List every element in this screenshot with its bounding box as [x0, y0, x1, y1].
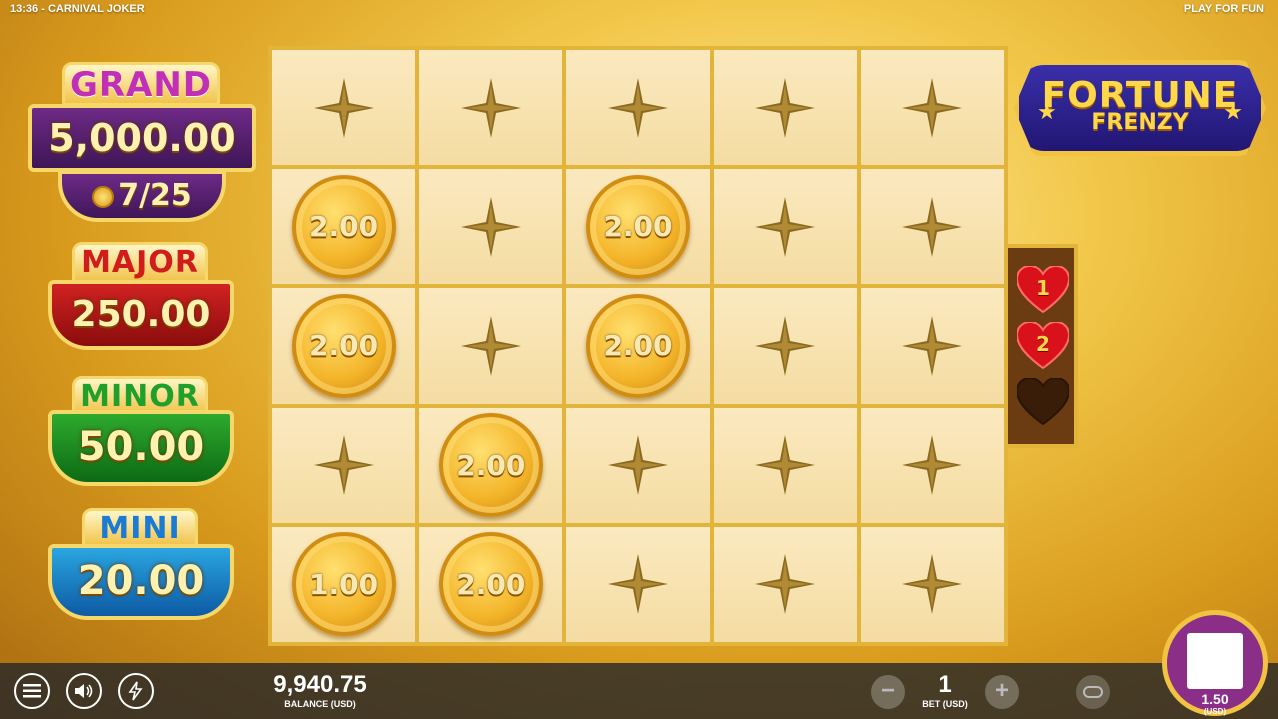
grid-cell: [860, 169, 1004, 285]
coin-symbol: 2.00: [438, 532, 543, 637]
game-logo: ★ ★ FORTUNE FRENZY: [1014, 60, 1266, 156]
coin-symbol: 2.00: [585, 174, 690, 279]
spin-bet-amount: 1.50: [1201, 691, 1229, 707]
star-icon: [607, 435, 668, 496]
star-icon: [755, 77, 816, 138]
grid-cell: [860, 50, 1004, 166]
life-number: 2: [1036, 332, 1050, 356]
balance-value: 9,940.75: [273, 671, 367, 698]
grid-cell: [419, 288, 563, 404]
grid-cell: [713, 288, 857, 404]
bet-increase-button[interactable]: +: [985, 675, 1019, 709]
coin-symbol: 2.00: [585, 293, 690, 398]
grid-cell: 2.00: [419, 407, 563, 523]
menu-button[interactable]: [14, 673, 50, 709]
grid-cell: 1.00: [272, 526, 416, 642]
grid-cell: 2.00: [566, 288, 710, 404]
lives-panel: 12: [1004, 244, 1078, 448]
star-icon: [902, 315, 963, 376]
star-icon: [607, 77, 668, 138]
game-title: CARNIVAL JOKER: [47, 3, 145, 15]
grid-cell: [713, 526, 857, 642]
play-mode-label: PLAY FOR FUN: [1183, 3, 1264, 15]
spin-bet-currency: (USD): [1203, 707, 1227, 716]
star-icon: [902, 196, 963, 257]
life-heart: [1017, 378, 1069, 426]
star-icon: [755, 196, 816, 257]
speaker-icon: [75, 684, 93, 698]
grid-cell: [713, 169, 857, 285]
star-icon: [460, 77, 521, 138]
autoplay-button[interactable]: [1076, 675, 1110, 709]
grid-cell: [272, 407, 416, 523]
bet-value: 1: [938, 671, 952, 698]
grid-cell: [713, 50, 857, 166]
grid-cell: [419, 169, 563, 285]
grid-cell: [566, 526, 710, 642]
bet-label: BET (USD): [922, 699, 968, 709]
star-icon: [607, 554, 668, 615]
bet-display: 1 BET (USD): [905, 671, 985, 709]
coin-symbol: 2.00: [291, 293, 396, 398]
grand-progress: 7/25: [58, 170, 226, 222]
stop-icon: [1187, 633, 1243, 689]
top-bar: 13:36 - CARNIVAL JOKER PLAY FOR FUN: [0, 0, 1278, 18]
turbo-button[interactable]: [118, 673, 154, 709]
grid-cell: [566, 407, 710, 523]
life-number: 1: [1036, 276, 1050, 300]
coin-symbol: 1.00: [291, 532, 396, 637]
coin-symbol: 2.00: [291, 174, 396, 279]
title-separator: -: [41, 3, 45, 15]
major-label: MAJOR: [72, 242, 208, 284]
star-icon: [755, 554, 816, 615]
coin-symbol: 2.00: [438, 413, 543, 518]
balance-label: BALANCE (USD): [284, 699, 356, 709]
sound-button[interactable]: [66, 673, 102, 709]
grid-cell: [566, 50, 710, 166]
star-icon: [460, 196, 521, 257]
grid-cell: [860, 526, 1004, 642]
clock-time: 13:36: [10, 3, 39, 15]
autoplay-icon: [1083, 686, 1103, 698]
grid-cell: [713, 407, 857, 523]
grid-cell: 2.00: [272, 288, 416, 404]
minor-value: 50.00: [48, 410, 234, 486]
star-icon: ★: [1037, 99, 1057, 124]
star-icon: ★: [1223, 99, 1243, 124]
grid-cell: [860, 407, 1004, 523]
reel-grid: 2.00 2.00 2.00 2.00 2.00 1.00 2.00: [268, 46, 1008, 646]
bottom-bar: 9,940.75 BALANCE (USD) − 1 BET (USD) +: [0, 663, 1278, 719]
grid-cell: 2.00: [272, 169, 416, 285]
grand-value: 5,000.00: [28, 104, 256, 172]
grid-cell: [860, 288, 1004, 404]
grid-cell: [272, 50, 416, 166]
star-icon: [755, 435, 816, 496]
grid-cell: 2.00: [419, 526, 563, 642]
mini-label: MINI: [82, 508, 198, 548]
star-icon: [902, 435, 963, 496]
balance-display: 9,940.75 BALANCE (USD): [250, 671, 390, 709]
bet-decrease-button[interactable]: −: [871, 675, 905, 709]
grid-cell: 2.00: [566, 169, 710, 285]
life-heart: 2: [1017, 322, 1069, 370]
star-icon: [313, 77, 374, 138]
star-icon: [902, 554, 963, 615]
life-heart: 1: [1017, 266, 1069, 314]
grand-progress-text: 7/25: [118, 178, 192, 213]
menu-icon: [23, 684, 41, 698]
spin-button[interactable]: 1.50 (USD): [1162, 610, 1268, 716]
heart-icon: [1017, 378, 1069, 426]
star-icon: [460, 315, 521, 376]
major-value: 250.00: [48, 280, 234, 350]
grid-cell: [419, 50, 563, 166]
star-icon: [902, 77, 963, 138]
time-and-title: 13:36 - CARNIVAL JOKER: [10, 3, 145, 15]
mini-value: 20.00: [48, 544, 234, 620]
star-icon: [755, 315, 816, 376]
star-icon: [313, 435, 374, 496]
coin-icon: [92, 185, 115, 208]
grand-label: GRAND: [62, 62, 220, 106]
lightning-icon: [128, 681, 143, 701]
